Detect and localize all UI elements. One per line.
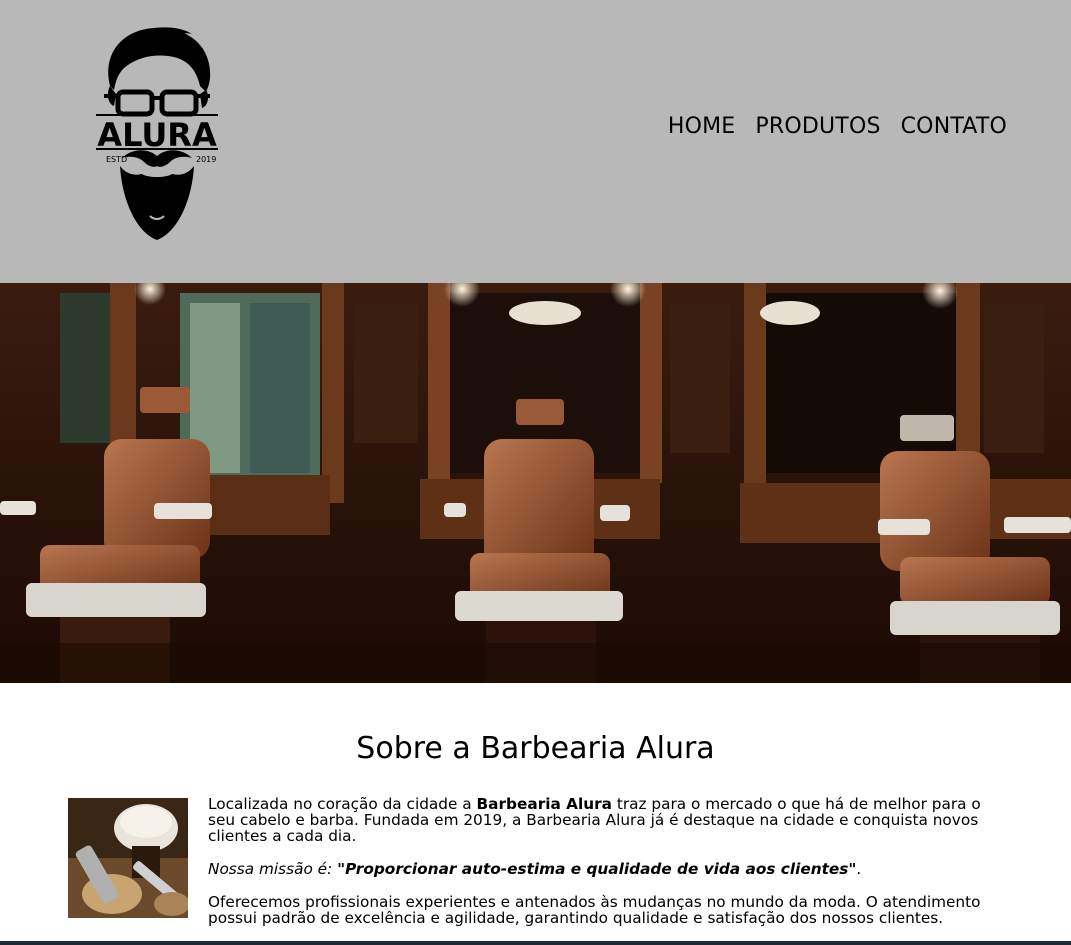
about-text: Localizada no coração da cidade a Barbea…	[208, 796, 1008, 943]
logo-estd-year: 2019	[196, 155, 216, 164]
barbershop-banner	[0, 283, 1071, 683]
bearded-man-logo-icon: ALURA ESTD 2019	[96, 27, 218, 240]
barbershop-interior-photo	[0, 283, 1071, 683]
about-paragraph-mission: Nossa missão é: "Proporcionar auto-estim…	[208, 861, 1008, 877]
alura-logo[interactable]: ALURA ESTD 2019	[92, 24, 222, 246]
main-nav: HOME PRODUTOS CONTATO	[668, 114, 1007, 139]
about-paragraph-intro: Localizada no coração da cidade a Barbea…	[208, 796, 1008, 844]
about-title: Sobre a Barbearia Alura	[356, 731, 715, 766]
about-photo	[68, 798, 188, 918]
nav-produtos-link[interactable]: PRODUTOS	[755, 114, 880, 139]
shaving-brush-razor-photo	[68, 798, 188, 918]
about-paragraph-services: Oferecemos profissionais experientes e a…	[208, 893, 981, 927]
nav-contato-link[interactable]: CONTATO	[901, 114, 1007, 139]
site-header: ALURA ESTD 2019 HOME PRODUTOS CONTATO	[0, 0, 1071, 283]
bottom-divider	[0, 941, 1071, 945]
mission-label: Nossa missão é:	[208, 860, 338, 878]
mission-end: .	[856, 860, 862, 878]
mission-quote: "Proporcionar auto-estima e qualidade de…	[337, 860, 857, 878]
nav-home-link[interactable]: HOME	[668, 114, 736, 139]
